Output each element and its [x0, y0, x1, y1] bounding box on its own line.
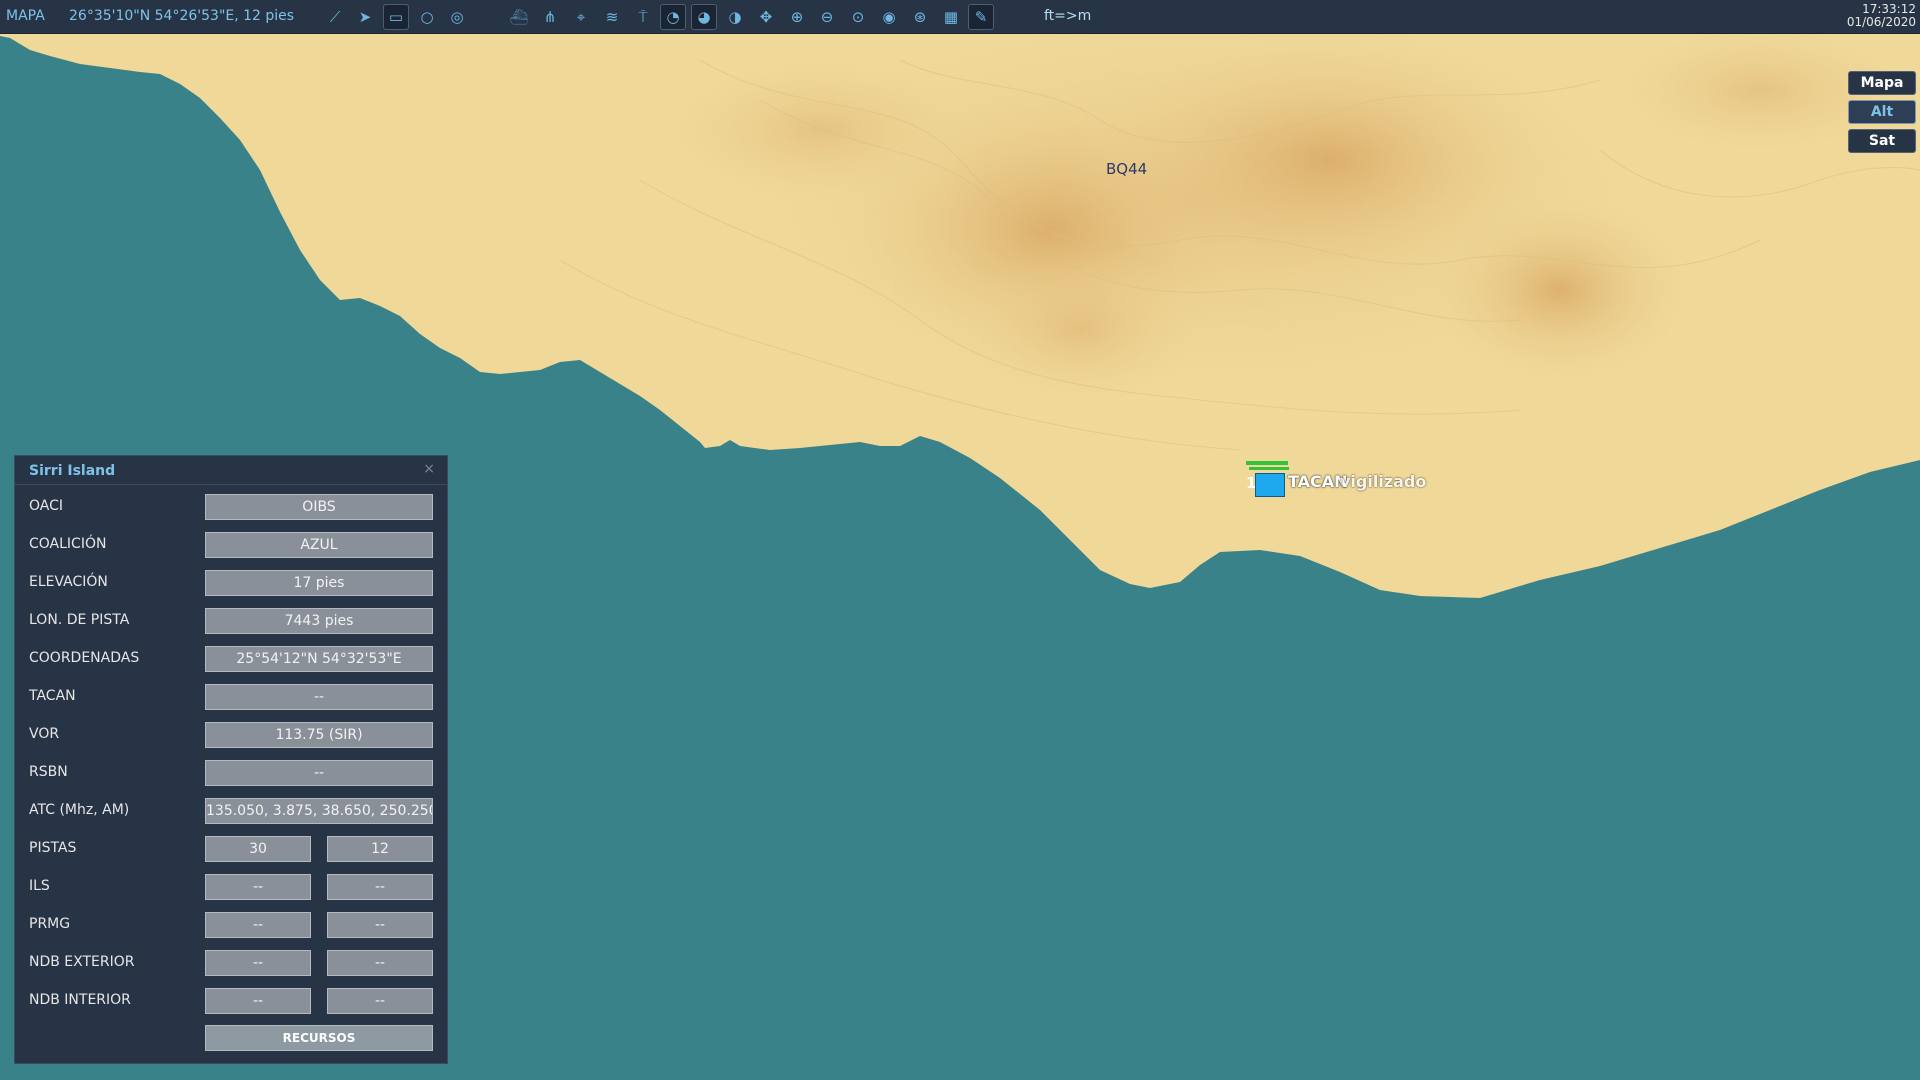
row-label: PRMG [29, 916, 71, 932]
row-value: 25°54'12"N 54°32'53"E [205, 646, 433, 672]
row-label: ATC (Mhz, AM) [29, 802, 130, 818]
pan-icon[interactable]: ✥ [753, 4, 779, 30]
row-label: OACI [29, 498, 64, 514]
airbase-info-panel: Sirri Island × OACI OIBS COALICIÓN AZUL … [14, 455, 448, 1064]
info-row-runways: PISTAS 30 12 [15, 836, 449, 862]
row-value: -- [205, 760, 433, 786]
zoom-out-icon[interactable]: ⊖ [814, 4, 840, 30]
info-row-prmg: PRMG -- -- [15, 912, 449, 938]
row-value: -- [327, 874, 433, 900]
ship-icon[interactable]: ⛴ [506, 4, 532, 30]
info-row-ils: ILS -- -- [15, 874, 449, 900]
row-label: RSBN [29, 764, 68, 780]
info-row-vor: VOR 113.75 (SIR) [15, 722, 449, 748]
row-value: AZUL [205, 532, 433, 558]
row-label: NDB EXTERIOR [29, 954, 135, 970]
row-value: -- [205, 912, 311, 938]
grid-square-label: BQ44 [1106, 160, 1148, 178]
navigate-icon[interactable]: ➤ [352, 4, 378, 30]
row-value: -- [205, 988, 311, 1014]
row-value: 17 pies [205, 570, 433, 596]
resources-button[interactable]: RECURSOS [205, 1025, 433, 1051]
row-value: 135.050, 3.875, 38.650, 250.250 [205, 798, 433, 824]
info-row-icao: OACI OIBS [15, 494, 449, 520]
marker-label-overlap: vigilizado [1340, 472, 1427, 491]
layer-map-button[interactable]: Mapa [1848, 71, 1916, 95]
row-value: 30 [205, 836, 311, 862]
layers-icon[interactable]: ◎ [444, 4, 470, 30]
info-row-rsbn: RSBN -- [15, 760, 449, 786]
row-label: COORDENADAS [29, 650, 140, 666]
row-label: COALICIÓN [29, 536, 107, 552]
row-label: PISTAS [29, 840, 77, 856]
grid-icon[interactable]: ▦ [938, 4, 964, 30]
panel-title: Sirri Island [29, 463, 116, 479]
row-label: VOR [29, 726, 60, 742]
row-value: -- [327, 912, 433, 938]
row-label: ILS [29, 878, 50, 894]
radar-a-icon[interactable]: ◔ [660, 4, 686, 30]
network-icon[interactable]: ⋔ [537, 4, 563, 30]
row-value: OIBS [205, 494, 433, 520]
marker-label-tacan: TACAN [1288, 472, 1348, 491]
info-row-coordinates: COORDENADAS 25°54'12"N 54°32'53"E [15, 646, 449, 672]
panel-header: Sirri Island × [15, 456, 447, 485]
row-value: -- [205, 950, 311, 976]
row-value: -- [327, 950, 433, 976]
layer-altitude-button[interactable]: Alt [1848, 100, 1916, 124]
marker-bar [1246, 461, 1288, 465]
clock: 17:33:12 01/06/2020 [1847, 3, 1916, 29]
row-label: NDB INTERIOR [29, 992, 131, 1008]
crosshair-icon[interactable]: ⌖ [568, 4, 594, 30]
row-label: LON. DE PISTA [29, 612, 130, 628]
cursor-coordinates: 26°35'10"N 54°26'53"E, 12 pies [69, 8, 295, 24]
top-toolbar: MAPA 26°35'10"N 54°26'53"E, 12 pies ⟋ ➤ … [0, 0, 1920, 34]
info-row-elevation: ELEVACIÓN 17 pies [15, 570, 449, 596]
pencil-icon[interactable]: ✎ [968, 4, 994, 30]
row-value: 7443 pies [205, 608, 433, 634]
clock-date: 01/06/2020 [1846, 15, 1916, 29]
row-value: 113.75 (SIR) [205, 722, 433, 748]
zoom-fit-icon[interactable]: ⊙ [845, 4, 871, 30]
radar-c-icon[interactable]: ◑ [722, 4, 748, 30]
target-icon[interactable]: ◉ [876, 4, 902, 30]
info-row-runway-length: LON. DE PISTA 7443 pies [15, 608, 449, 634]
globe-icon[interactable]: ⊛ [907, 4, 933, 30]
info-row-coalition: COALICIÓN AZUL [15, 532, 449, 558]
mode-label: MAPA [6, 8, 45, 24]
row-value: -- [327, 988, 433, 1014]
info-row-tacan: TACAN -- [15, 684, 449, 710]
radar-b-icon[interactable]: ◕ [691, 4, 717, 30]
row-value: 12 [327, 836, 433, 862]
info-row-atc: ATC (Mhz, AM) 135.050, 3.875, 38.650, 25… [15, 798, 449, 824]
airbase-icon [1255, 473, 1285, 497]
row-value: -- [205, 684, 433, 710]
row-label: ELEVACIÓN [29, 574, 108, 590]
marker-bar [1249, 467, 1289, 470]
airbase-marker[interactable]: 1 [1246, 461, 1289, 497]
row-value: -- [205, 874, 311, 900]
antenna-icon[interactable]: ⍑ [630, 4, 656, 30]
close-icon[interactable]: × [423, 461, 435, 477]
info-row-ndb-inner: NDB INTERIOR -- -- [15, 988, 449, 1014]
circle-icon[interactable]: ○ [414, 4, 440, 30]
map-layer-selector: Mapa Alt Sat [1848, 71, 1916, 158]
units-toggle-button[interactable]: ft=>m [1044, 8, 1091, 24]
wifi-icon[interactable]: ≋ [599, 4, 625, 30]
layer-satellite-button[interactable]: Sat [1848, 129, 1916, 153]
info-row-ndb-outer: NDB EXTERIOR -- -- [15, 950, 449, 976]
zoom-in-icon[interactable]: ⊕ [784, 4, 810, 30]
route-icon[interactable]: ⟋ [322, 4, 348, 30]
row-label: TACAN [29, 688, 76, 704]
ruler-icon[interactable]: ▭ [383, 4, 409, 30]
